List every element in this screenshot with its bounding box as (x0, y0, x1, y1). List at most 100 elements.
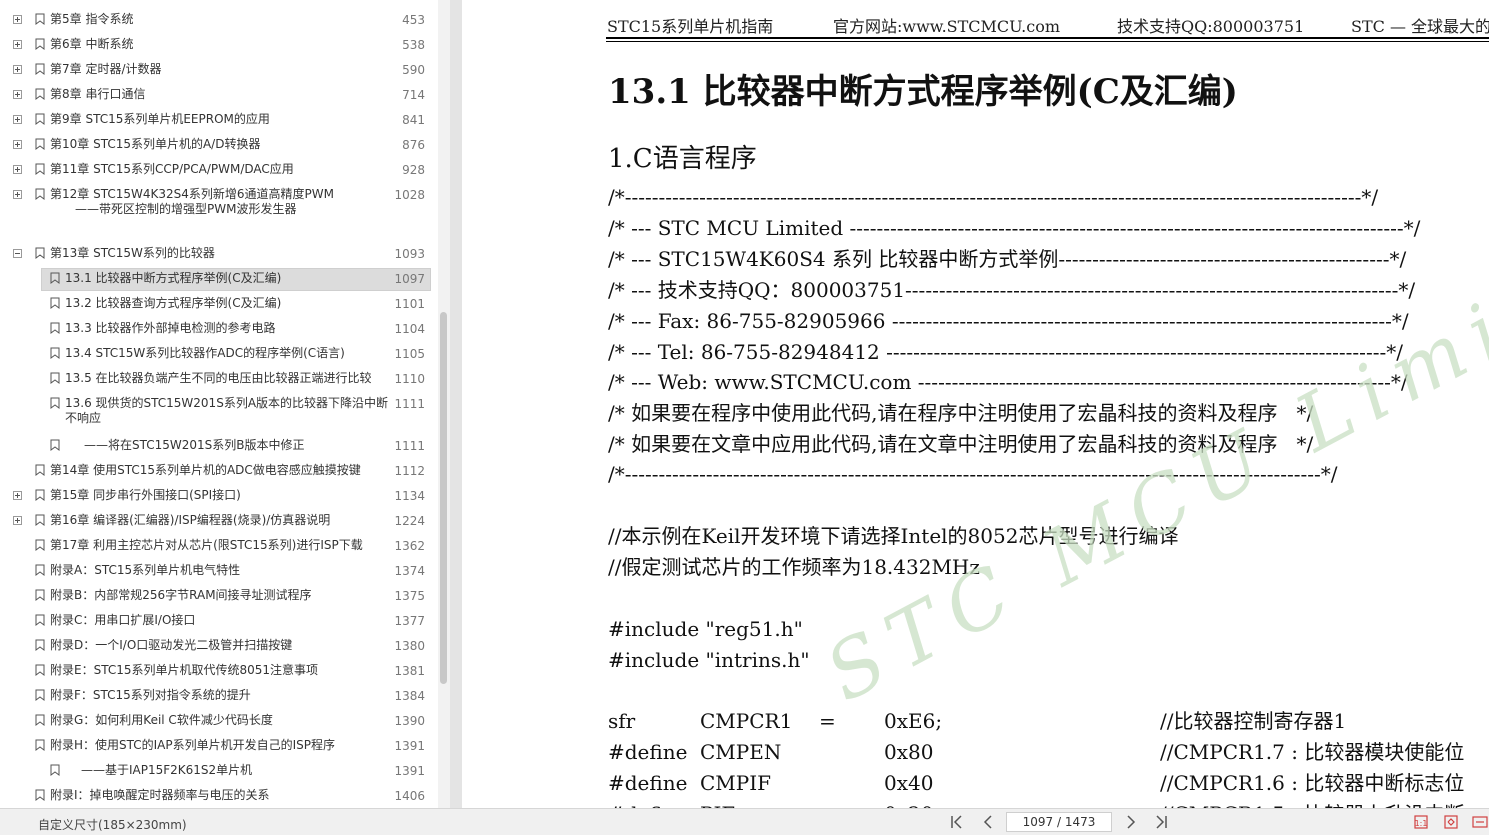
code-comment-line: /*--------------------------------------… (608, 185, 1379, 209)
bookmark-item[interactable]: ——基于IAP15F2K61S2单片机 1391 (0, 759, 438, 784)
bookmark-page-number: 1093 (394, 247, 425, 261)
bookmark-item[interactable]: 第12章 STC15W4K32S4系列新增6通道高精度PWM ——带死区控制的增强… (0, 183, 438, 216)
bookmark-item[interactable]: 第5章 指令系统 453 (0, 8, 438, 33)
bookmark-label: 第16章 编译器(汇编器)/ISP编程器(烧录)/仿真器说明 (50, 513, 331, 527)
bookmark-item[interactable]: ——将在STC15W201S系列B版本中修正 1111 (0, 434, 438, 459)
bookmark-icon (35, 247, 45, 259)
bookmark-label: 第8章 串行口通信 (50, 87, 146, 101)
bookmark-item[interactable]: 13.6 现供货的STC15W201S系列A版本的比较器下降沿中断 不响应 1111 (0, 392, 438, 425)
page-number-input[interactable]: 1097 / 1473 (1006, 812, 1112, 832)
code-define-kw: sfr (608, 709, 636, 733)
expand-icon[interactable] (13, 115, 22, 124)
next-page-icon[interactable] (1121, 812, 1141, 832)
bookmark-page-number: 1105 (394, 347, 425, 361)
code-comment-line: /* --- STC15W4K60S4 系列 比较器中断方式举例--------… (608, 247, 1407, 271)
code-define-name: CMPIF (700, 771, 772, 795)
bookmark-item[interactable]: 附录H：使用STC的IAP系列单片机开发自己的ISP程序 1391 (0, 734, 438, 759)
bookmark-label: 附录I：掉电唤醒定时器频率与电压的关系 (50, 788, 270, 802)
expand-icon[interactable] (13, 15, 22, 24)
fit-page-icon[interactable] (1443, 814, 1459, 830)
bookmark-item[interactable]: 13.1 比较器中断方式程序举例(C及汇编) 1097 (0, 267, 438, 292)
section-title: 13.1 比较器中断方式程序举例(C及汇编) (608, 72, 1238, 112)
bookmark-icon (35, 689, 45, 701)
bookmark-item[interactable]: 第7章 定时器/计数器 590 (0, 58, 438, 83)
bookmark-icon (35, 789, 45, 801)
bookmark-page-number: 1104 (394, 322, 425, 336)
collapse-icon[interactable] (13, 249, 22, 258)
bookmark-item[interactable]: 附录F：STC15系列对指令系统的提升 1384 (0, 684, 438, 709)
bookmark-icon (35, 639, 45, 651)
bookmark-item[interactable]: 第15章 同步串行外围接口(SPI接口) 1134 (0, 484, 438, 509)
expand-icon[interactable] (13, 40, 22, 49)
expand-icon[interactable] (13, 65, 22, 74)
bookmark-item[interactable]: 附录I：掉电唤醒定时器频率与电压的关系 1406 (0, 784, 438, 808)
bookmark-page-number: 876 (402, 138, 425, 152)
header-slogan: STC — 全球最大的 (1351, 17, 1489, 36)
header-title: STC15系列单片机指南 (607, 17, 774, 36)
expand-icon[interactable] (13, 165, 22, 174)
bookmark-item[interactable]: 第16章 编译器(汇编器)/ISP编程器(烧录)/仿真器说明 1224 (0, 509, 438, 534)
bookmark-item[interactable]: 第11章 STC15系列CCP/PCA/PWM/DAC应用 928 (0, 158, 438, 183)
bookmark-item[interactable]: 第17章 利用主控芯片对从芯片(限STC15系列)进行ISP下载 1362 (0, 534, 438, 559)
bookmark-page-number: 1097 (394, 272, 425, 286)
previous-page-icon[interactable] (978, 812, 998, 832)
bookmark-label: 第17章 利用主控芯片对从芯片(限STC15系列)进行ISP下载 (50, 538, 363, 552)
bookmark-icon (50, 764, 60, 776)
code-define-cmt: //CMPCR1.6 : 比较器中断标志位 (1160, 771, 1465, 795)
code-include-line: #include "reg51.h" (608, 617, 803, 641)
bookmark-item[interactable]: 13.4 STC15W系列比较器作ADC的程序举例(C语言) 1105 (0, 342, 438, 367)
bookmark-item[interactable]: 附录C：用串口扩展I/O接口 1377 (0, 609, 438, 634)
header-website: 官方网站:www.STCMCU.com (833, 17, 1061, 36)
bookmark-page-number: 1112 (394, 464, 425, 478)
bookmark-icon (35, 88, 45, 100)
bookmark-item[interactable]: 附录E：STC15系列单片机取代传统8051注意事项 1381 (0, 659, 438, 684)
bookmark-page-number: 1028 (394, 188, 425, 202)
bookmark-label: 第14章 使用STC15系列单片机的ADC做电容感应触摸按键 (50, 463, 361, 477)
bookmark-item[interactable]: 附录B：内部常规256字节RAM间接寻址测试程序 1375 (0, 584, 438, 609)
expand-icon[interactable] (13, 491, 22, 500)
code-define-kw: #define (608, 740, 688, 764)
bookmark-icon (35, 564, 45, 576)
bookmark-icon (35, 589, 45, 601)
expand-icon[interactable] (13, 516, 22, 525)
bookmark-item[interactable]: 13.3 比较器作外部掉电检测的参考电路 1104 (0, 317, 438, 342)
bookmark-page-number: 1381 (394, 664, 425, 678)
subsection-title: 1.C语言程序 (608, 144, 757, 174)
bookmark-label: 附录G：如何利用Keil C软件减少代码长度 (50, 713, 273, 727)
bookmark-item[interactable]: 附录D：一个I/O口驱动发光二极管并扫描按键 1380 (0, 634, 438, 659)
panel-splitter[interactable] (450, 0, 462, 808)
bookmark-item[interactable]: 第8章 串行口通信 714 (0, 83, 438, 108)
bookmark-icon (35, 188, 45, 200)
bookmark-item[interactable]: 第14章 使用STC15系列单片机的ADC做电容感应触摸按键 1112 (0, 459, 438, 484)
bookmark-scrollbar-thumb[interactable] (440, 312, 447, 684)
expand-icon[interactable] (13, 140, 22, 149)
bookmark-icon (35, 163, 45, 175)
bookmark-icon (50, 272, 60, 284)
bookmark-label: 第10章 STC15系列单片机的A/D转换器 (50, 137, 261, 151)
last-page-icon[interactable] (1151, 812, 1171, 832)
actual-size-icon[interactable]: 1:1 (1413, 814, 1429, 830)
bookmark-item[interactable]: 附录G：如何利用Keil C软件减少代码长度 1390 (0, 709, 438, 734)
bookmark-item[interactable]: 13.2 比较器查询方式程序举例(C及汇编) 1101 (0, 292, 438, 317)
bookmark-page-number: 1110 (394, 372, 425, 386)
fit-width-icon[interactable] (1472, 814, 1488, 830)
bookmark-page-number: 1391 (394, 739, 425, 753)
bookmark-page-number: 1101 (394, 297, 425, 311)
bookmark-label: 第6章 中断系统 (50, 37, 134, 51)
bookmark-item[interactable]: 第9章 STC15系列单片机EEPROM的应用 841 (0, 108, 438, 133)
bookmark-item[interactable]: 第13章 STC15W系列的比较器 1093 (0, 242, 438, 267)
bookmark-page-number: 1380 (394, 639, 425, 653)
first-page-icon[interactable] (947, 812, 967, 832)
bookmark-label: 13.6 现供货的STC15W201S系列A版本的比较器下降沿中断 (65, 396, 389, 410)
bookmark-icon (35, 664, 45, 676)
bookmark-icon (35, 539, 45, 551)
bookmark-label: 第12章 STC15W4K32S4系列新增6通道高精度PWM (50, 187, 334, 201)
expand-icon[interactable] (13, 90, 22, 99)
bookmark-item[interactable]: 13.5 在比较器负端产生不同的电压由比较器正端进行比较 1110 (0, 367, 438, 392)
expand-icon[interactable] (13, 190, 22, 199)
bookmark-item[interactable]: 附录A：STC15系列单片机电气特性 1374 (0, 559, 438, 584)
bookmark-label: 第15章 同步串行外围接口(SPI接口) (50, 488, 241, 502)
bookmark-icon (35, 714, 45, 726)
bookmark-item[interactable]: 第10章 STC15系列单片机的A/D转换器 876 (0, 133, 438, 158)
bookmark-item[interactable]: 第6章 中断系统 538 (0, 33, 438, 58)
